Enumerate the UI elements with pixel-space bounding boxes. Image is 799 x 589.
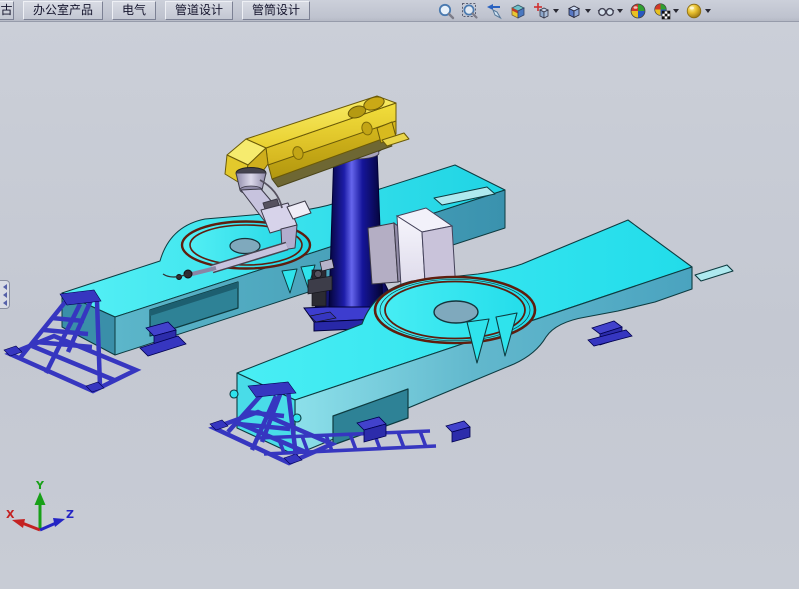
zoom-to-fit-icon (437, 2, 455, 20)
command-tabs: 古 办公室产品 电气 管道设计 管筒设计 (0, 1, 310, 21)
previous-view-icon (485, 2, 503, 20)
lifting-lug (293, 414, 301, 422)
previous-view-button[interactable] (485, 1, 503, 21)
display-style-button[interactable] (565, 1, 591, 21)
chevron-left-icon (3, 300, 7, 306)
solidworks-window: 古 办公室产品 电气 管道设计 管筒设计 (0, 0, 799, 589)
tab-electrical[interactable]: 电气 (112, 1, 156, 20)
model-scene: Y X Z (0, 22, 799, 589)
dropdown-arrow (617, 9, 623, 13)
view-orientation-icon (533, 2, 551, 20)
zoom-to-area-button[interactable] (461, 1, 479, 21)
hide-show-items-button[interactable] (597, 1, 623, 21)
tab-piping-design[interactable]: 管道设计 (165, 1, 233, 20)
lifting-lug (230, 390, 238, 398)
edit-appearance-button[interactable] (629, 1, 647, 21)
headsup-view-toolbar (437, 1, 711, 21)
display-style-icon (565, 2, 583, 20)
tab-tubing-design[interactable]: 管筒设计 (242, 1, 310, 20)
chevron-left-icon (3, 292, 7, 298)
section-view-icon (509, 2, 527, 20)
graphics-viewport[interactable]: Y X Z (0, 22, 799, 589)
section-view-button[interactable] (509, 1, 527, 21)
tab-clipped[interactable]: 古 (0, 1, 14, 20)
right-beam-bracket[interactable] (357, 417, 470, 442)
orientation-triad: Y X Z (6, 479, 74, 530)
chevron-left-icon (3, 284, 7, 290)
right-ring-center-hole (434, 301, 478, 323)
zoom-to-area-icon (461, 2, 479, 20)
collapsed-panel-toggle[interactable] (0, 280, 10, 309)
triad-y-label: Y (35, 479, 45, 492)
view-settings-button[interactable] (685, 1, 711, 21)
edit-appearance-icon (629, 2, 647, 20)
dropdown-arrow (553, 9, 559, 13)
dropdown-arrow (705, 9, 711, 13)
triad-x-label: X (6, 508, 15, 521)
triad-z-label: Z (66, 508, 74, 521)
tab-office-products[interactable]: 办公室产品 (23, 1, 103, 20)
checker-flag (662, 11, 670, 19)
hide-show-items-icon (597, 2, 615, 20)
view-settings-icon (685, 2, 703, 20)
dropdown-arrow (673, 9, 679, 13)
view-orientation-button[interactable] (533, 1, 559, 21)
apply-scene-button[interactable] (653, 1, 679, 21)
dropdown-arrow (585, 9, 591, 13)
apply-scene-icon (653, 2, 671, 20)
right-beam-end-plate (695, 265, 733, 281)
zoom-to-fit-button[interactable] (437, 1, 455, 21)
right-end-bracket[interactable] (588, 321, 632, 346)
command-toolbar: 古 办公室产品 电气 管道设计 管筒设计 (0, 0, 799, 22)
